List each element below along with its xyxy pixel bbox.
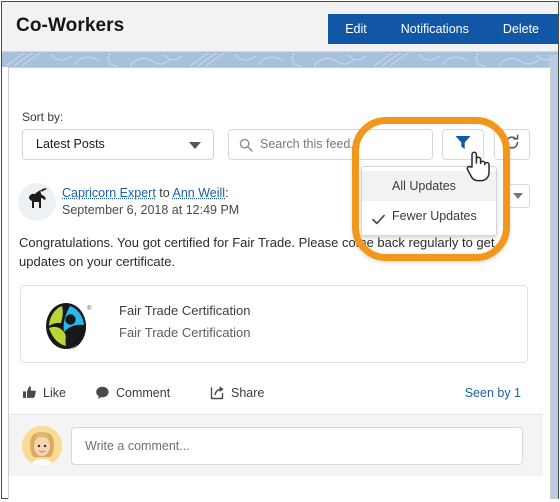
seen-by-link[interactable]: Seen by 1 [465, 386, 521, 400]
decorative-banner [2, 52, 558, 67]
funnel-icon [455, 134, 472, 155]
search-placeholder: Search this feed... [260, 137, 361, 151]
post-timestamp: September 6, 2018 at 12:49 PM [62, 203, 240, 217]
header-button-group: Edit Notifications Delete [328, 14, 558, 44]
fair-trade-logo: ® [40, 297, 96, 353]
search-input[interactable]: Search this feed... [228, 129, 433, 160]
comment-button[interactable]: Comment [95, 385, 170, 403]
sort-by-value: Latest Posts [36, 137, 105, 151]
search-icon [239, 138, 253, 157]
like-label: Like [43, 386, 66, 400]
refresh-button[interactable] [494, 129, 530, 160]
dropdown-item-label: Fewer Updates [392, 209, 477, 223]
dropdown-item-label: All Updates [392, 179, 456, 193]
refresh-icon [504, 134, 520, 155]
like-button[interactable]: Like [22, 385, 66, 403]
share-label: Share [231, 386, 265, 400]
chevron-down-icon [512, 193, 523, 199]
comment-composer: Write a comment... [9, 414, 543, 476]
comment-label: Comment [116, 386, 171, 400]
dropdown-item-all-updates[interactable]: All Updates [362, 171, 496, 201]
comment-input[interactable]: Write a comment... [71, 427, 523, 465]
share-button[interactable]: Share [210, 385, 264, 403]
comment-placeholder: Write a comment... [85, 439, 190, 453]
woman-avatar[interactable] [22, 426, 62, 466]
notifications-button[interactable]: Notifications [383, 14, 486, 44]
post-connector: to [155, 186, 173, 200]
thumbs-up-icon [22, 386, 37, 403]
post-colon: : [225, 186, 229, 200]
speech-bubble-icon [95, 386, 110, 403]
attachment-card[interactable]: ® Fair Trade Certification Fair Trade Ce… [20, 285, 528, 363]
share-arrow-icon [210, 386, 225, 403]
post-header: Capricorn Expert to Ann Weill: [62, 184, 229, 202]
post-recipient-link[interactable]: Ann Weill [172, 186, 225, 200]
chevron-down-icon [189, 142, 201, 149]
check-icon [371, 208, 386, 238]
app-screenshot: Co-Workers Edit Notifications Delete Sor… [0, 0, 560, 502]
sort-by-label: Sort by: [22, 110, 64, 124]
dropdown-item-fewer-updates[interactable]: Fewer Updates [362, 201, 496, 231]
attachment-title: Fair Trade Certification [119, 303, 251, 318]
filter-button[interactable] [442, 129, 484, 160]
page-title: Co-Workers [16, 15, 125, 36]
page-header: Co-Workers Edit Notifications Delete [2, 2, 558, 52]
post-author-link[interactable]: Capricorn Expert [62, 186, 156, 200]
sort-by-select[interactable]: Latest Posts [22, 129, 214, 160]
post-body-text: Congratulations. You got certified for F… [19, 235, 495, 269]
attachment-subtitle: Fair Trade Certification [119, 325, 251, 340]
goat-avatar[interactable] [18, 183, 56, 221]
edit-button[interactable]: Edit [328, 14, 384, 44]
delete-button[interactable]: Delete [485, 14, 558, 44]
filter-dropdown-menu: All Updates Fewer Updates [361, 166, 497, 236]
svg-text:®: ® [87, 305, 92, 312]
post-menu-button[interactable] [505, 184, 530, 208]
